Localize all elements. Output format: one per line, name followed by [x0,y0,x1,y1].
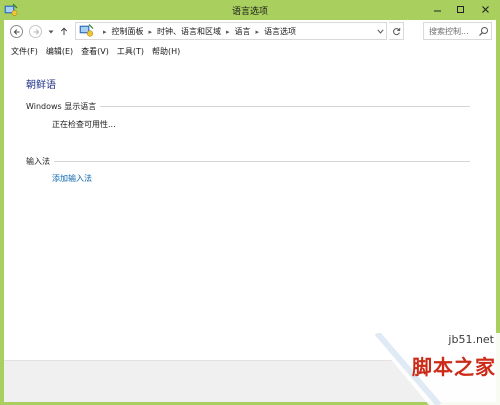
forward-arrow-icon [33,28,39,35]
recent-locations-button[interactable] [47,25,55,38]
breadcrumb-separator-icon[interactable]: ▸ [256,28,260,36]
breadcrumb-item-language-options[interactable]: 语言选项 [264,26,296,37]
title-bar[interactable]: 语言选项 [0,0,500,20]
status-text: 正在检查可用性... [52,120,116,129]
refresh-icon [392,27,400,35]
breadcrumb: ▸ 控制面板 ▸ 时钟、语言和区域 ▸ 语言 ▸ 语言选项 [98,26,296,37]
minimize-button[interactable] [427,0,448,19]
address-bar[interactable]: ▸ 控制面板 ▸ 时钟、语言和区域 ▸ 语言 ▸ 语言选项 [75,22,387,40]
window-title: 语言选项 [231,7,268,17]
refresh-button[interactable] [389,22,404,40]
up-arrow-icon [60,27,68,35]
up-button[interactable] [59,25,69,38]
watermark: jb51.net 脚本之家 [369,333,500,405]
section-heading: Windows 显示语言 [26,102,97,111]
forward-button[interactable] [29,25,42,38]
window-frame: 语言选项 ▸ 控制面板 ▸ 时钟、语言和区域 ▸ 语言 ▸ 语言选项 搜索控制.… [0,0,500,405]
menu-file[interactable]: 文件(F) [4,46,42,57]
back-arrow-icon [13,28,19,35]
input-method-section: 输入法 [26,156,470,167]
minimize-icon [434,10,441,12]
page-title: 朝鲜语 [26,80,56,91]
display-language-section: Windows 显示语言 [26,101,470,112]
add-input-method-link[interactable]: 添加输入法 [52,173,92,184]
search-icon[interactable] [478,26,489,37]
menu-bar: 文件(F) 编辑(E) 查看(V) 工具(T) 帮助(H) [4,44,496,59]
breadcrumb-item-control-panel[interactable]: 控制面板 [112,26,144,37]
search-placeholder: 搜索控制... [429,27,469,36]
menu-view[interactable]: 查看(V) [77,46,113,57]
maximize-icon [457,6,464,13]
close-button[interactable] [472,0,498,19]
breadcrumb-item-language[interactable]: 语言 [235,26,251,37]
breadcrumb-separator-icon: ▸ [103,27,107,36]
control-panel-icon [79,24,94,37]
close-icon [481,6,489,13]
search-input[interactable]: 搜索控制... [423,22,492,40]
divider [54,161,470,162]
breadcrumb-item-clock-language-region[interactable]: 时钟、语言和区域 [157,26,221,37]
navigation-bar: ▸ 控制面板 ▸ 时钟、语言和区域 ▸ 语言 ▸ 语言选项 搜索控制... [4,20,496,44]
watermark-site: jb51.net [448,333,494,346]
back-button[interactable] [10,25,23,38]
breadcrumb-separator-icon[interactable]: ▸ [226,28,230,36]
breadcrumb-separator-icon[interactable]: ▸ [149,28,153,36]
menu-edit[interactable]: 编辑(E) [42,46,77,57]
section-heading: 输入法 [26,157,50,166]
chevron-down-icon [376,28,384,34]
main-panel: 朝鲜语 Windows 显示语言 正在检查可用性... 输入法 添加输入法 [4,59,496,359]
watermark-brand: 脚本之家 [412,355,496,379]
address-history-button[interactable] [374,23,386,39]
menu-help[interactable]: 帮助(H) [148,46,184,57]
divider [100,106,470,107]
chevron-down-icon [48,30,54,33]
maximize-button[interactable] [450,0,471,19]
menu-tools[interactable]: 工具(T) [113,46,148,57]
